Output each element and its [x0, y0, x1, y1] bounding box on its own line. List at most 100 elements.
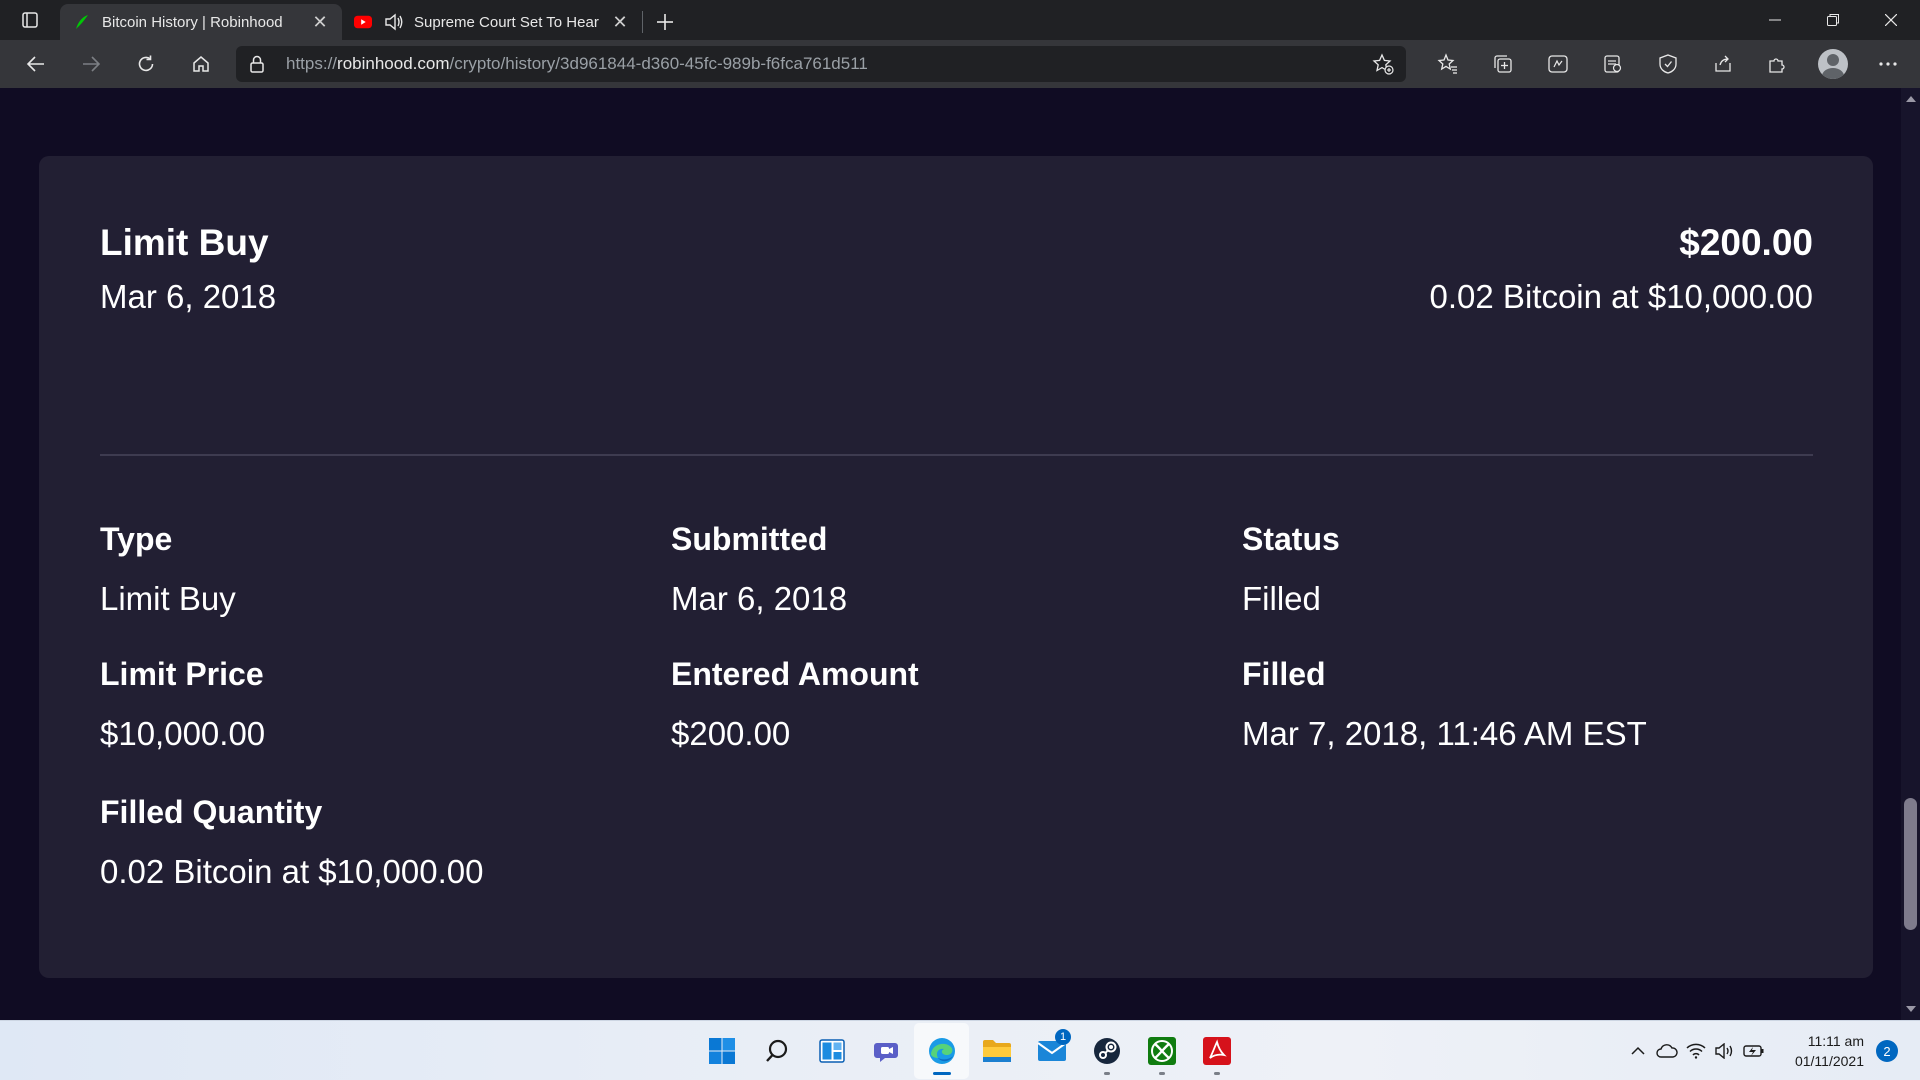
battery-button[interactable]	[1739, 1031, 1768, 1071]
share-button[interactable]	[1695, 44, 1750, 84]
cloud-icon	[1655, 1044, 1678, 1058]
file-explorer-button[interactable]	[969, 1023, 1024, 1079]
widgets-button[interactable]	[804, 1023, 859, 1079]
home-icon	[193, 56, 209, 72]
back-arrow-icon	[26, 56, 44, 72]
collections-icon	[1493, 55, 1512, 73]
order-summary: 0.02 Bitcoin at $10,000.00	[1429, 278, 1813, 315]
url-text[interactable]: https://robinhood.com/crypto/history/3d9…	[286, 54, 868, 74]
field-label: Submitted	[671, 521, 828, 557]
field-submitted: Submitted Mar 6, 2018	[671, 521, 847, 618]
widgets-icon	[818, 1039, 845, 1063]
start-button[interactable]	[694, 1023, 749, 1079]
field-label: Limit Price	[100, 656, 264, 692]
wifi-button[interactable]	[1681, 1031, 1710, 1071]
field-value: Filled	[1242, 580, 1321, 617]
taskbar: 1 11:11 am 01/11/2021 2	[0, 1020, 1920, 1080]
field-value: $10,000.00	[100, 715, 266, 752]
mail-button[interactable]: 1	[1024, 1023, 1079, 1079]
steam-icon	[1093, 1038, 1120, 1064]
order-detail-card: Limit Buy Mar 6, 2018 $200.00 0.02 Bitco…	[39, 156, 1873, 978]
mail-badge: 1	[1055, 1029, 1071, 1045]
new-tab-button[interactable]	[643, 4, 687, 40]
avatar	[1817, 49, 1848, 79]
tab-strip: Bitcoin History | Robinhood ✕ Supreme Co…	[0, 0, 1920, 40]
running-indicator	[932, 1072, 951, 1075]
forward-arrow-icon	[83, 56, 101, 72]
chat-icon	[873, 1043, 898, 1062]
close-tab-icon[interactable]: ✕	[310, 12, 330, 32]
running-indicator	[1103, 1072, 1110, 1075]
scroll-up-icon[interactable]	[1906, 96, 1916, 102]
address-bar[interactable]: https://robinhood.com/crypto/history/3d9…	[236, 46, 1406, 82]
url-prefix: https://	[286, 54, 338, 73]
notification-center-button[interactable]: 2	[1876, 1040, 1898, 1062]
browser-toolbar: https://robinhood.com/crypto/history/3d9…	[0, 40, 1920, 88]
teams-chat-button[interactable]	[859, 1023, 914, 1079]
add-favorite-icon[interactable]	[1372, 53, 1394, 80]
profile-button[interactable]	[1805, 44, 1860, 84]
tab-actions-icon	[22, 12, 38, 28]
close-tab-icon[interactable]: ✕	[610, 12, 630, 32]
scroll-thumb[interactable]	[1904, 798, 1917, 930]
refresh-icon	[138, 55, 154, 72]
page-scrollbar[interactable]	[1901, 88, 1920, 1020]
share-icon	[1714, 55, 1731, 72]
minimize-button[interactable]	[1746, 0, 1804, 40]
immersive-reader-button[interactable]	[1585, 44, 1640, 84]
url-domain: robinhood.com	[337, 54, 450, 73]
favorites-icon	[1436, 53, 1457, 74]
search-button[interactable]	[749, 1023, 804, 1079]
acrobat-button[interactable]	[1189, 1023, 1244, 1079]
speaker-icon[interactable]	[384, 13, 404, 31]
refresh-button[interactable]	[126, 44, 166, 84]
shield-heart-icon	[1658, 54, 1677, 74]
favorites-button[interactable]	[1420, 44, 1475, 84]
back-button[interactable]	[16, 44, 56, 84]
field-value: 0.02 Bitcoin at $10,000.00	[100, 853, 484, 890]
field-limit-price: Limit Price $10,000.00	[100, 656, 265, 753]
scroll-down-icon[interactable]	[1906, 1006, 1916, 1012]
tab-title: Bitcoin History | Robinhood	[102, 13, 283, 31]
wifi-icon	[1685, 1043, 1706, 1059]
folder-icon	[982, 1040, 1011, 1062]
xbox-button[interactable]	[1134, 1023, 1189, 1079]
volume-icon	[1714, 1043, 1732, 1059]
edge-taskbar-button[interactable]	[914, 1023, 969, 1079]
puzzle-icon	[1768, 58, 1785, 73]
clock-date: 01/11/2021	[1794, 1053, 1864, 1069]
field-filled: Filled Mar 7, 2018, 11:46 AM EST	[1242, 656, 1647, 753]
volume-button[interactable]	[1710, 1031, 1739, 1071]
settings-menu-button[interactable]	[1860, 44, 1915, 84]
search-icon	[765, 1039, 787, 1062]
math-solver-button[interactable]	[1530, 44, 1585, 84]
field-label: Type	[100, 521, 173, 557]
taskbar-apps: 1	[694, 1021, 1244, 1080]
restore-button[interactable]	[1804, 0, 1862, 40]
restore-icon	[1827, 14, 1839, 26]
extensions-button[interactable]	[1750, 44, 1805, 84]
clock-time: 11:11 am	[1807, 1033, 1864, 1049]
running-indicator	[1158, 1072, 1165, 1075]
tab-supreme-court[interactable]: Supreme Court Set To Hear ✕	[342, 4, 642, 40]
clock-button[interactable]: 11:11 am 01/11/2021	[1776, 1031, 1864, 1071]
show-hidden-icons-button[interactable]	[1623, 1031, 1652, 1071]
home-button[interactable]	[181, 44, 221, 84]
browser-essentials-button[interactable]	[1640, 44, 1695, 84]
close-window-button[interactable]	[1862, 0, 1920, 40]
order-title: Limit Buy	[100, 222, 269, 263]
onedrive-button[interactable]	[1652, 1031, 1681, 1071]
reader-icon	[1603, 55, 1621, 73]
steam-button[interactable]	[1079, 1023, 1134, 1079]
tab-actions-button[interactable]	[0, 0, 60, 40]
url-path: /crypto/history/3d961844-d360-45fc-989b-…	[449, 54, 868, 73]
math-solver-icon	[1547, 55, 1568, 73]
field-value: Mar 7, 2018, 11:46 AM EST	[1242, 715, 1647, 752]
page-viewport: Limit Buy Mar 6, 2018 $200.00 0.02 Bitco…	[0, 88, 1901, 1020]
tab-bitcoin-history[interactable]: Bitcoin History | Robinhood ✕	[60, 4, 342, 40]
plus-icon	[657, 14, 673, 30]
collections-button[interactable]	[1475, 44, 1530, 84]
forward-button[interactable]	[71, 44, 111, 84]
tab-title: Supreme Court Set To Hear	[414, 13, 599, 31]
lock-icon[interactable]	[250, 55, 270, 73]
